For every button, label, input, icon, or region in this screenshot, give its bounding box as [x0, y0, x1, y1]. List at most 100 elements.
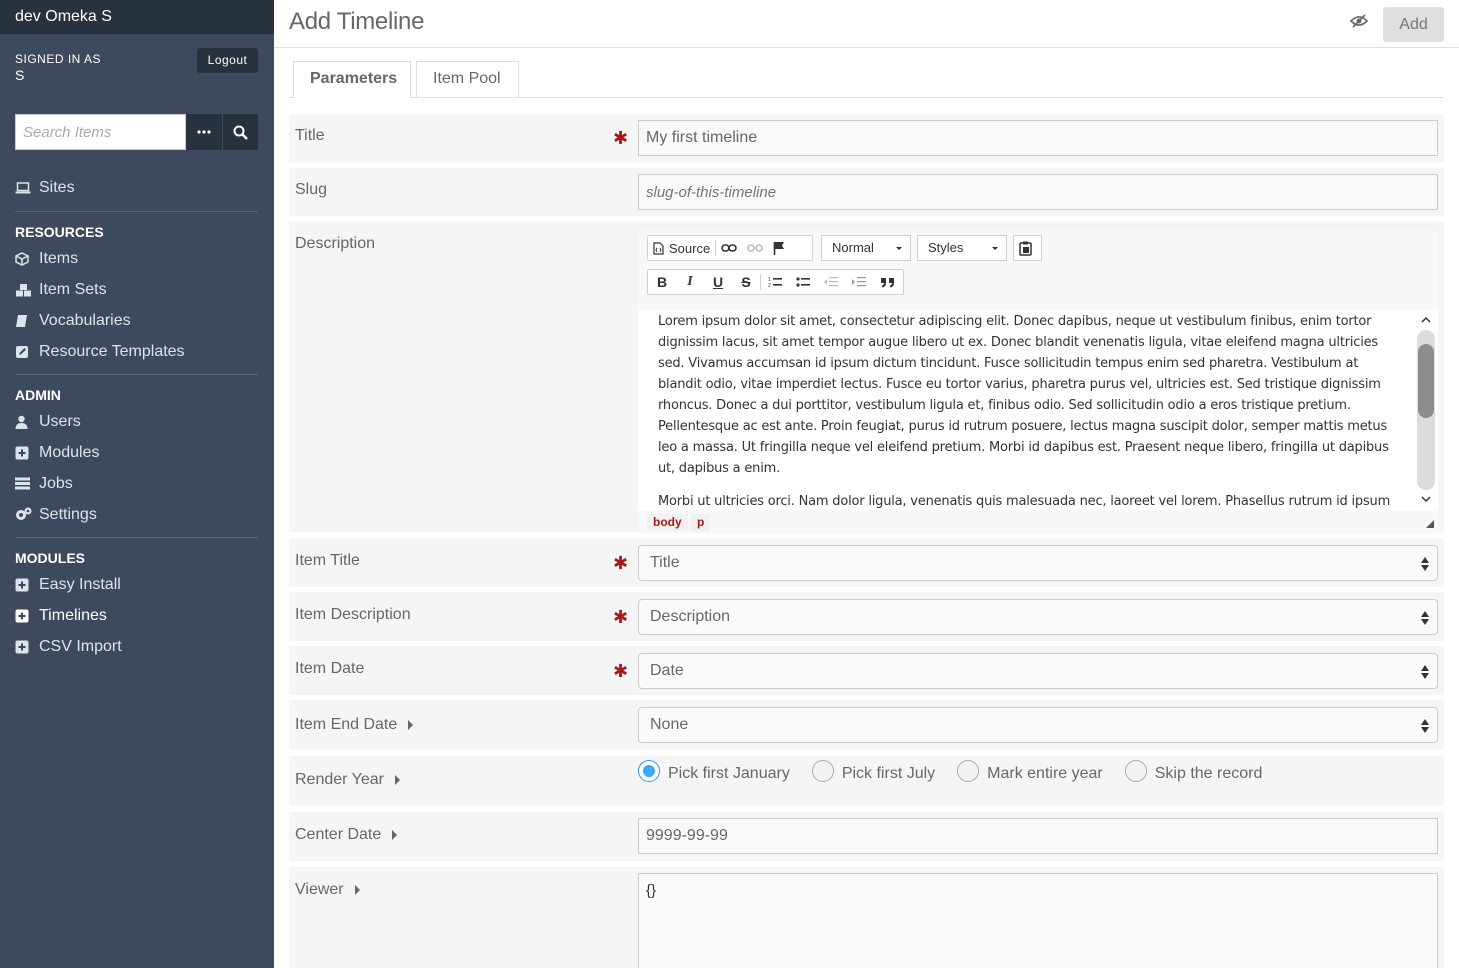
sidebar-item-timelines[interactable]: Timelines — [15, 600, 258, 631]
anchor-button[interactable] — [768, 236, 790, 260]
editor-scrollbar[interactable] — [1414, 310, 1438, 510]
site-brand[interactable]: dev Omeka S — [0, 0, 274, 34]
link-button[interactable] — [716, 236, 742, 260]
indent-button[interactable] — [845, 270, 873, 294]
bulleted-list-button[interactable] — [789, 270, 817, 294]
blockquote-button[interactable] — [873, 270, 901, 294]
field-title: Title ✱ — [289, 114, 1444, 162]
radio-button[interactable] — [957, 760, 980, 782]
paste-button[interactable] — [1014, 236, 1037, 260]
caret-down-icon — [992, 247, 998, 250]
tab-parameters[interactable]: Parameters — [293, 61, 411, 98]
sidebar-item-users[interactable]: Users — [15, 406, 258, 437]
item-description-select[interactable]: Description — [638, 599, 1438, 635]
scrollbar-thumb[interactable] — [1418, 344, 1434, 418]
sidebar-item-easy-install[interactable]: Easy Install — [15, 569, 258, 600]
center-date-input[interactable] — [638, 818, 1438, 854]
bold-button[interactable]: B — [648, 270, 676, 294]
field-label-toggle[interactable]: Item End Date — [295, 716, 414, 734]
title-input[interactable] — [638, 120, 1438, 156]
select-arrows-icon — [1421, 719, 1429, 733]
unlink-button[interactable] — [742, 236, 768, 260]
caret-right-icon — [392, 830, 398, 840]
laptop-icon — [15, 181, 39, 194]
radio-pick-first-january[interactable]: Pick first January — [638, 760, 790, 785]
field-label: Item Date — [295, 660, 365, 677]
resize-handle[interactable] — [1426, 520, 1434, 528]
sidebar-item-settings[interactable]: Settings — [15, 499, 258, 530]
tab-item-pool[interactable]: Item Pool — [416, 61, 519, 97]
path-crumb-body[interactable]: body — [647, 514, 688, 531]
bulleted-list-icon — [796, 277, 810, 287]
styles-combo[interactable]: Styles — [917, 235, 1007, 261]
item-title-select[interactable]: Title — [638, 545, 1438, 581]
editor-path-bar: body p — [638, 510, 1438, 534]
strikethrough-button[interactable]: S — [732, 270, 760, 294]
select-arrows-icon — [1421, 611, 1429, 625]
sidebar-item-label: Easy Install — [39, 575, 121, 593]
book-icon — [15, 314, 39, 328]
link-icon — [721, 244, 738, 252]
sidebar-item-resource-templates[interactable]: Resource Templates — [15, 336, 258, 367]
field-viewer: Viewer {} — [289, 867, 1444, 968]
sidebar-item-modules[interactable]: Modules — [15, 437, 258, 468]
format-combo[interactable]: Normal — [821, 235, 911, 261]
select-value: None — [650, 716, 689, 733]
outdent-icon — [824, 277, 838, 287]
path-crumb-p[interactable]: p — [691, 514, 711, 531]
sidebar-item-jobs[interactable]: Jobs — [15, 468, 258, 499]
sidebar-item-csv-import[interactable]: CSV Import — [15, 631, 258, 662]
viewer-textarea[interactable]: {} — [638, 873, 1438, 968]
add-button[interactable]: Add — [1383, 7, 1444, 42]
item-date-select[interactable]: Date — [638, 653, 1438, 689]
search-button[interactable] — [222, 114, 258, 150]
slug-input[interactable] — [638, 174, 1438, 210]
visibility-toggle[interactable] — [1349, 14, 1369, 33]
plus-square-icon — [15, 640, 39, 654]
radio-mark-entire-year[interactable]: Mark entire year — [957, 760, 1103, 785]
sidebar-item-items[interactable]: Items — [15, 243, 258, 274]
field-label: Slug — [295, 181, 328, 198]
radio-button[interactable] — [1124, 760, 1147, 782]
underline-button[interactable]: U — [704, 270, 732, 294]
sidebar-item-label: CSV Import — [39, 637, 122, 655]
radio-skip-the-record[interactable]: Skip the record — [1124, 760, 1262, 785]
required-asterisk: ✱ — [613, 607, 629, 627]
nav-group-admin: ADMIN Users Modules Jobs Settings — [15, 375, 258, 538]
field-label-toggle[interactable]: Viewer — [295, 881, 360, 899]
italic-button[interactable]: I — [676, 270, 704, 294]
item-end-date-select[interactable]: None — [638, 707, 1438, 743]
field-label: Item Description — [295, 606, 411, 623]
radio-button[interactable] — [638, 760, 660, 782]
advanced-search-button[interactable] — [186, 114, 222, 150]
select-value: Description — [650, 608, 731, 625]
editor-content[interactable]: Lorem ipsum dolor sit amet, consectetur … — [638, 310, 1414, 510]
select-value: Date — [650, 662, 684, 679]
sidebar-item-label: Users — [39, 412, 81, 430]
field-label: Item End Date — [295, 716, 398, 733]
field-label: Description — [295, 235, 376, 252]
editor-toolbar-group — [1013, 235, 1042, 261]
sidebar-item-sites[interactable]: Sites — [15, 172, 258, 203]
chevron-down-icon — [1421, 496, 1431, 503]
radio-pick-first-july[interactable]: Pick first July — [811, 760, 935, 785]
sidebar-item-label: Timelines — [39, 606, 107, 624]
outdent-button[interactable] — [817, 270, 845, 294]
sidebar-item-label: Item Sets — [39, 280, 107, 298]
source-button[interactable]: Source — [648, 236, 715, 260]
search-input[interactable] — [15, 114, 186, 150]
field-label-toggle[interactable]: Render Year — [295, 771, 400, 789]
plus-square-icon — [15, 446, 39, 460]
sidebar-item-label: Resource Templates — [39, 342, 185, 360]
sidebar-item-vocabularies[interactable]: Vocabularies — [15, 305, 258, 336]
format-combo-value: Normal — [832, 240, 874, 255]
ordered-list-icon: 12 — [768, 277, 782, 288]
radio-button[interactable] — [811, 760, 834, 782]
nav-group-resources: RESOURCES Items Item Sets Vocabularies R… — [15, 212, 258, 375]
page-title: Add Timeline — [289, 8, 425, 35]
field-label-toggle[interactable]: Center Date — [295, 826, 398, 844]
logout-button[interactable]: Logout — [197, 48, 258, 73]
sidebar-item-item-sets[interactable]: Item Sets — [15, 274, 258, 305]
numbered-list-button[interactable]: 12 — [761, 270, 789, 294]
cubes-icon — [15, 283, 39, 297]
